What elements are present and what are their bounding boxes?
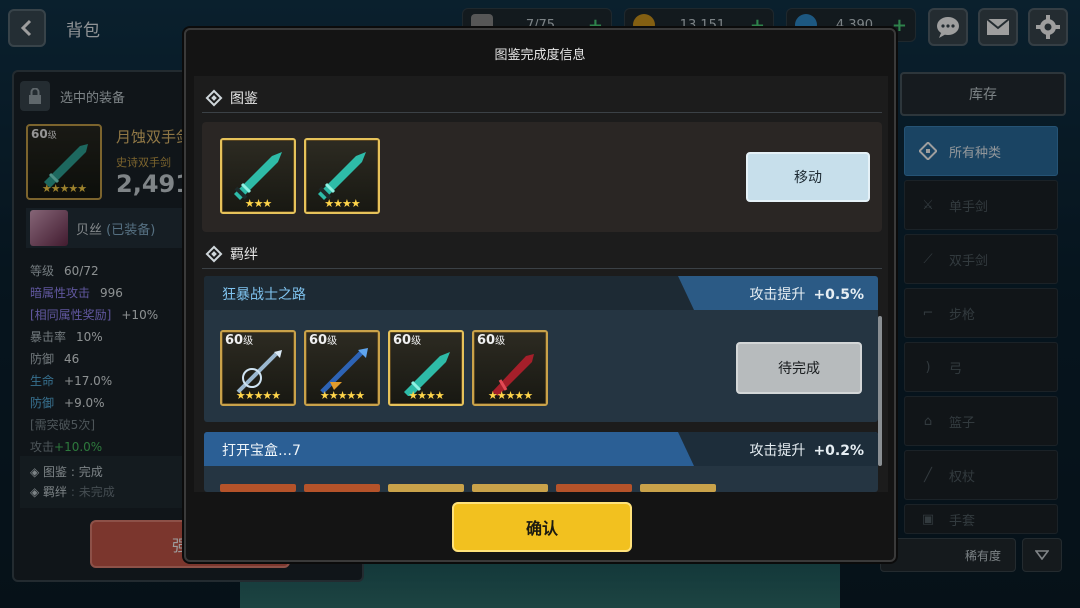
codex-box: ★★★ ★★★★ 移动 <box>202 122 882 232</box>
codex-completion-modal: 图鉴完成度信息 图鉴 ★★★ ★★★★ 移动 羁绊 狂暴战士之路 攻击提升 +0… <box>184 28 896 562</box>
greatsword-icon <box>234 152 282 200</box>
codex-section-header: 图鉴 <box>205 88 258 108</box>
diamond-icon <box>205 89 223 107</box>
greatsword-icon <box>318 152 366 200</box>
bond-card: 打开宝盒…7 攻击提升 +0.2% <box>204 432 878 492</box>
bond-card: 狂暴战士之路 攻击提升 +0.5% 60级 ★★★★★ 60级 ★★★★★ 60级 <box>204 276 878 422</box>
item-stars: ★★★ <box>244 197 273 210</box>
move-button[interactable]: 移动 <box>746 152 870 202</box>
codex-item-slot[interactable]: ★★★ <box>220 138 296 214</box>
bond-name: 狂暴战士之路 <box>222 287 306 303</box>
pending-button[interactable]: 待完成 <box>736 342 862 394</box>
bond-item-slot[interactable]: 60级 ★★★★★ <box>304 330 380 406</box>
bond-bonus: 攻击提升 +0.5% <box>749 287 864 303</box>
confirm-button[interactable]: 确认 <box>452 502 632 552</box>
divider <box>202 268 882 269</box>
modal-body: 图鉴 ★★★ ★★★★ 移动 羁绊 狂暴战士之路 攻击提升 +0.5% 60级 … <box>194 76 888 492</box>
item-stars: ★★★★ <box>324 197 360 210</box>
bond-item-slot[interactable]: 60级 ★★★★ <box>388 330 464 406</box>
bond-item-slot[interactable]: 60级 ★★★★★ <box>472 330 548 406</box>
bond-header: 狂暴战士之路 攻击提升 +0.5% <box>204 276 878 310</box>
bond-section-header: 羁绊 <box>205 244 258 264</box>
diamond-icon <box>205 245 223 263</box>
scrollbar[interactable] <box>878 316 882 466</box>
bond-bonus: 攻击提升 +0.2% <box>749 443 864 459</box>
bond-header: 打开宝盒…7 攻击提升 +0.2% <box>204 432 878 466</box>
bond-name: 打开宝盒…7 <box>222 443 301 459</box>
bond-item-slot[interactable]: 60级 ★★★★★ <box>220 330 296 406</box>
divider <box>202 112 882 113</box>
modal-title: 图鉴完成度信息 <box>494 48 586 63</box>
codex-item-slot[interactable]: ★★★★ <box>304 138 380 214</box>
